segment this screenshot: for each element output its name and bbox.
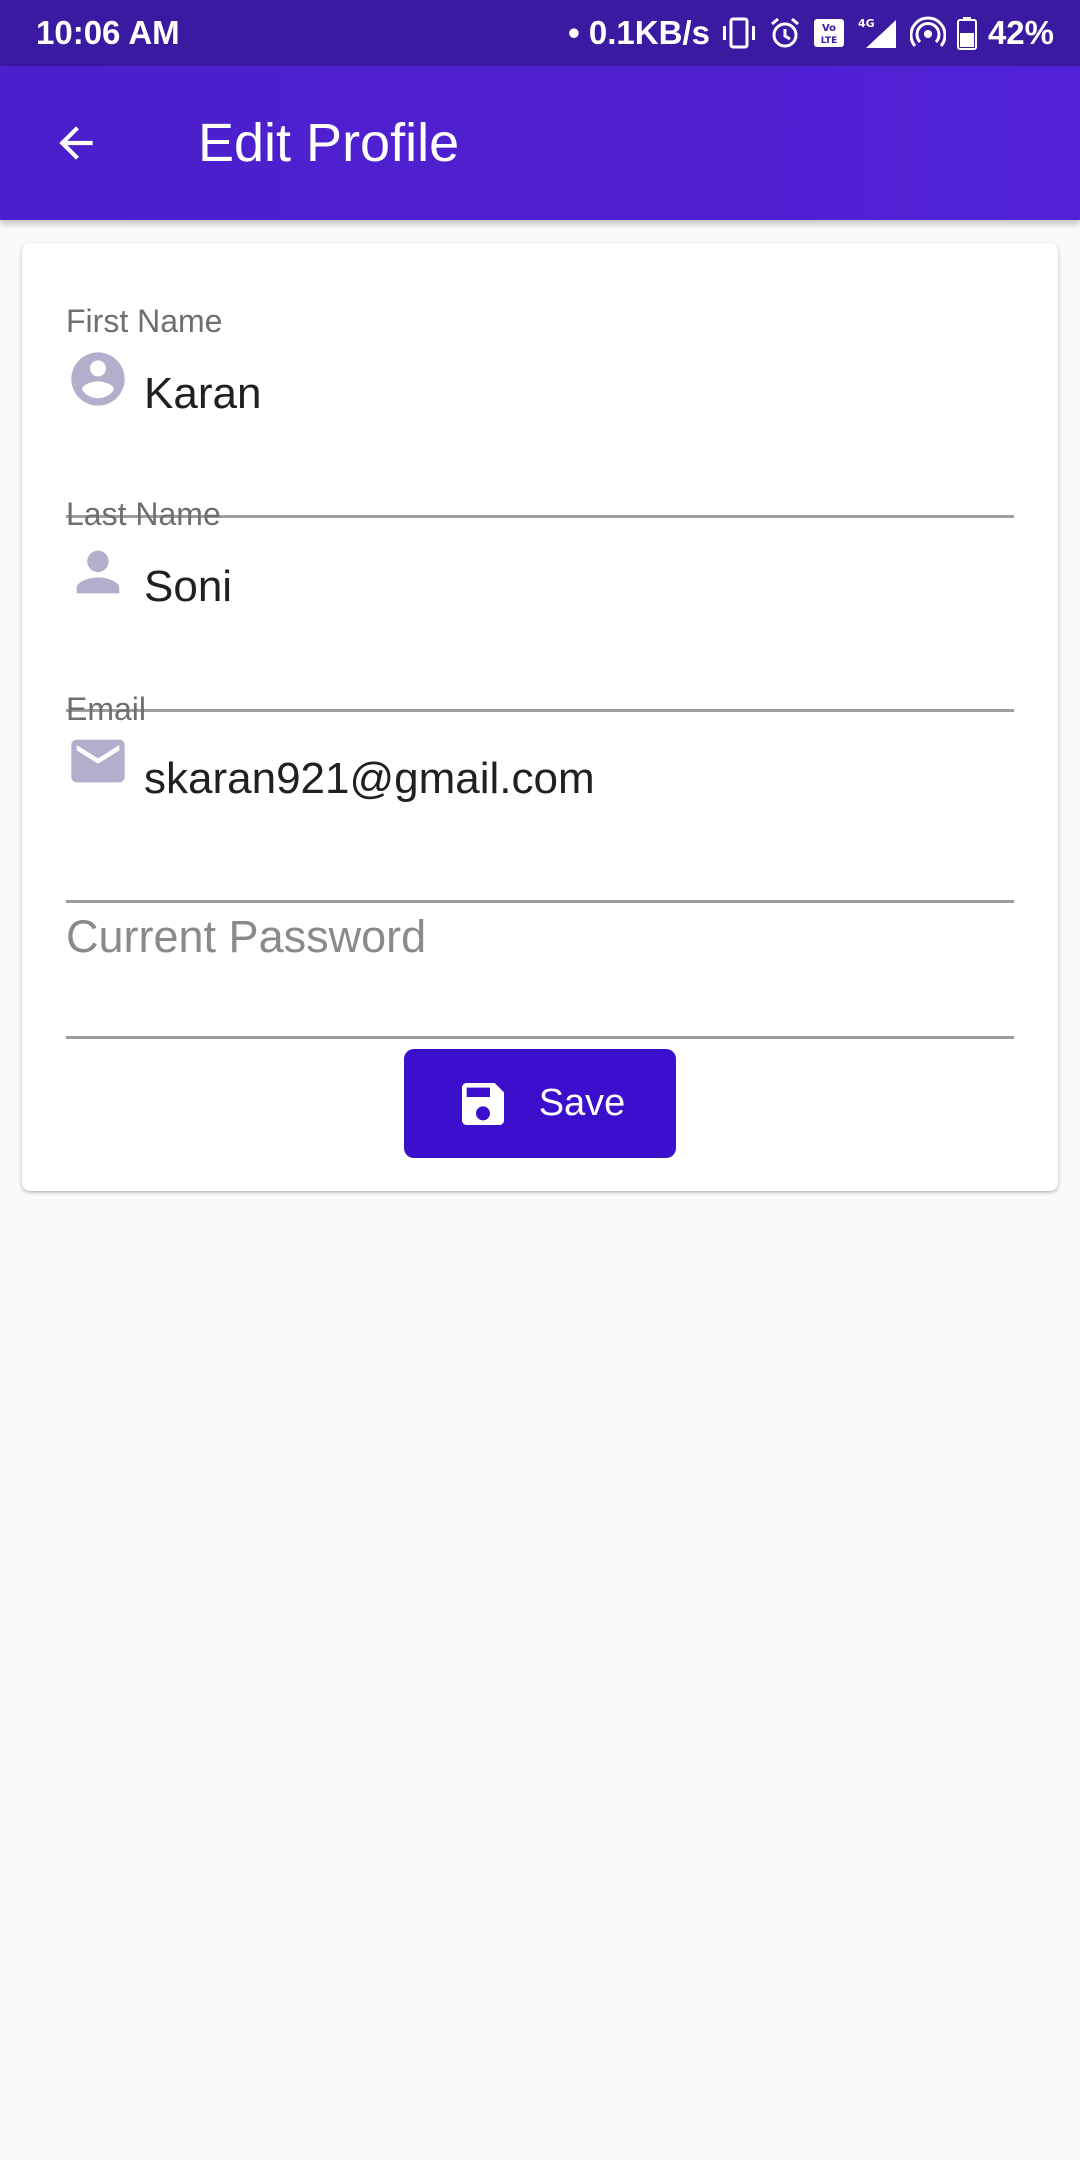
current-password-input[interactable]: Current Password xyxy=(66,911,426,963)
alarm-icon xyxy=(770,17,799,48)
edit-profile-card: First Name Karan Last Name Soni Email sk… xyxy=(22,243,1058,1191)
svg-text:4G: 4G xyxy=(858,17,875,30)
save-button[interactable]: Save xyxy=(404,1049,676,1158)
hotspot-icon xyxy=(909,16,946,47)
email-input[interactable]: skaran921@gmail.com xyxy=(144,754,595,804)
email-underline xyxy=(66,900,1014,903)
current-password-underline xyxy=(66,1036,1014,1039)
status-time: 10:06 AM xyxy=(36,14,180,51)
status-icons: • 0.1KB/s Vo LTE 4G 42% xyxy=(568,14,1054,52)
vibrate-icon xyxy=(722,17,755,49)
email-field[interactable]: Email skaran921@gmail.com xyxy=(66,691,1014,903)
email-icon xyxy=(71,739,125,783)
person-icon xyxy=(76,550,120,594)
save-button-label: Save xyxy=(538,1082,626,1124)
svg-text:LTE: LTE xyxy=(821,36,838,46)
account-circle-icon xyxy=(71,352,125,406)
last-name-input[interactable]: Soni xyxy=(144,562,232,612)
svg-text:Vo: Vo xyxy=(822,23,836,34)
battery-icon xyxy=(956,17,977,50)
first-name-input[interactable]: Karan xyxy=(144,369,261,419)
back-button[interactable] xyxy=(44,111,108,175)
first-name-field[interactable]: First Name Karan xyxy=(66,303,1014,518)
email-label: Email xyxy=(66,691,147,727)
status-bar: 10:06 AM • 0.1KB/s Vo LTE 4G 42% xyxy=(0,0,1080,66)
network-speed: • 0.1KB/s xyxy=(568,14,710,51)
volte-icon: Vo LTE xyxy=(813,19,844,47)
current-password-field[interactable]: Current Password xyxy=(66,911,1014,1011)
arrow-left-icon xyxy=(59,126,93,160)
app-bar: Edit Profile xyxy=(0,66,1080,220)
last-name-label: Last Name xyxy=(66,496,221,532)
signal-4g-icon: 4G xyxy=(858,17,896,48)
last-name-field[interactable]: Last Name Soni xyxy=(66,496,1014,712)
page-title: Edit Profile xyxy=(198,113,460,173)
first-name-label: First Name xyxy=(66,303,223,339)
save-icon xyxy=(461,1082,504,1125)
battery-percentage: 42% xyxy=(987,14,1054,51)
